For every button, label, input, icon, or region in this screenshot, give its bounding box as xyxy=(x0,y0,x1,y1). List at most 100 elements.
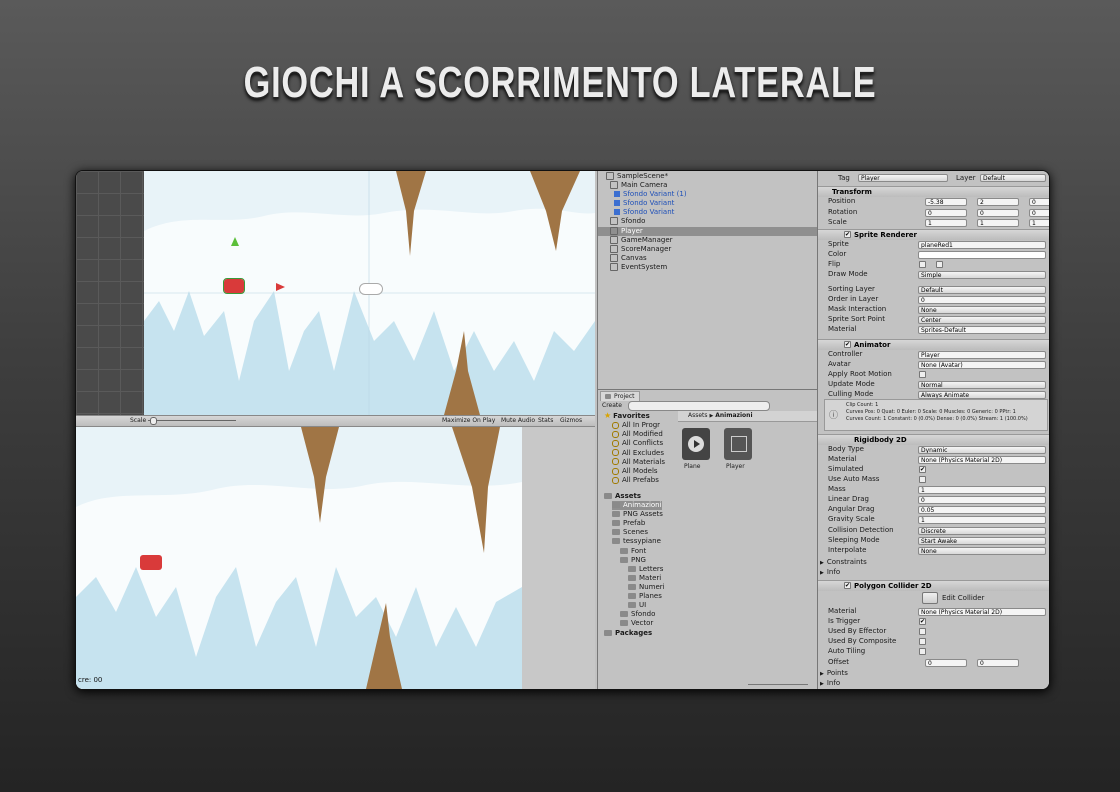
favorites-header[interactable]: ★ Favorites xyxy=(604,411,650,420)
assets-tree-item[interactable]: Prefab xyxy=(612,519,645,528)
avatar-field[interactable]: None (Avatar) xyxy=(918,361,1046,369)
polygon-collider-header[interactable]: ✔ Polygon Collider 2D xyxy=(818,580,1049,591)
interpolate-field[interactable]: None xyxy=(918,547,1046,555)
scene-header[interactable]: SampleScene* xyxy=(606,172,668,181)
packages-header[interactable]: Packages xyxy=(604,629,652,637)
simulated-checkbox[interactable]: ✔ xyxy=(919,466,926,473)
scale-slider[interactable] xyxy=(148,420,236,421)
gravity-scale-field[interactable]: 1 xyxy=(918,516,1046,524)
scale-y-field[interactable]: 1 xyxy=(977,219,1019,227)
hierarchy-item[interactable]: Player xyxy=(598,226,818,236)
assets-tree-item[interactable]: tessypiane xyxy=(612,537,661,546)
favorite-item[interactable]: All Conflicts xyxy=(612,439,663,448)
sleeping-mode-field[interactable]: Start Awake xyxy=(918,537,1046,545)
tag-dropdown[interactable]: Player xyxy=(858,174,948,182)
flip-y-checkbox[interactable] xyxy=(936,261,943,268)
sprite-renderer-header[interactable]: ✔ Sprite Renderer xyxy=(818,229,1049,240)
collider-enabled-checkbox[interactable]: ✔ xyxy=(844,582,851,589)
favorite-item[interactable]: All Materials xyxy=(612,458,665,467)
assets-tree-item[interactable]: Sfondo xyxy=(620,610,655,619)
hierarchy-item[interactable]: Sfondo xyxy=(598,217,818,226)
assets-tree-item[interactable]: Materi xyxy=(628,574,661,583)
hierarchy-item[interactable]: Canvas xyxy=(598,253,818,263)
assets-tree-item[interactable]: Planes xyxy=(628,592,662,601)
auto-tiling-checkbox[interactable] xyxy=(919,648,926,655)
project-search-input[interactable] xyxy=(628,401,770,411)
use-auto-mass-checkbox[interactable] xyxy=(919,476,926,483)
animator-enabled-checkbox[interactable]: ✔ xyxy=(844,341,851,348)
gizmos-dropdown[interactable]: Gizmos xyxy=(560,417,582,424)
assets-tree-item[interactable]: Numeri xyxy=(628,583,665,592)
controller-field[interactable]: Player xyxy=(918,351,1046,359)
rb-info-foldout[interactable]: ▶ Info xyxy=(820,568,840,577)
create-dropdown[interactable]: Create xyxy=(602,402,622,409)
constraints-foldout[interactable]: ▶ Constraints xyxy=(820,558,867,567)
assets-tree-item[interactable]: Letters xyxy=(628,565,663,574)
asset-player-tile[interactable] xyxy=(724,428,752,460)
body-type-field[interactable]: Dynamic xyxy=(918,446,1046,454)
position-z-field[interactable]: 0 xyxy=(1029,198,1049,206)
col-material-field[interactable]: None (Physics Material 2D) xyxy=(918,608,1046,616)
favorite-item[interactable]: All Excludes xyxy=(612,449,664,458)
is-trigger-checkbox[interactable]: ✔ xyxy=(919,618,926,625)
hierarchy-item[interactable]: GameManager xyxy=(598,235,818,245)
sprite-sort-point-field[interactable]: Center xyxy=(918,316,1046,324)
rigidbody-header[interactable]: Rigidbody 2D xyxy=(818,434,1049,445)
offset-x-field[interactable]: 0 xyxy=(925,659,967,667)
used-by-effector-checkbox[interactable] xyxy=(919,628,926,635)
used-by-composite-checkbox[interactable] xyxy=(919,638,926,645)
update-mode-field[interactable]: Normal xyxy=(918,381,1046,389)
culling-mode-field[interactable]: Always Animate xyxy=(918,391,1046,399)
scale-x-field[interactable]: 1 xyxy=(925,219,967,227)
hierarchy-item[interactable]: Sfondo Variant xyxy=(598,208,818,217)
flip-x-checkbox[interactable] xyxy=(919,261,926,268)
offset-y-field[interactable]: 0 xyxy=(977,659,1019,667)
mask-interaction-field[interactable]: None xyxy=(918,306,1046,314)
scale-slider-handle[interactable] xyxy=(150,417,157,425)
transform-header[interactable]: Transform xyxy=(818,186,1049,197)
scale-z-field[interactable]: 1 xyxy=(1029,219,1049,227)
scene-view[interactable] xyxy=(76,171,595,415)
favorite-item[interactable]: All Models xyxy=(612,467,658,476)
edit-collider-button[interactable] xyxy=(922,592,938,604)
favorite-item[interactable]: All Prefabs xyxy=(612,476,659,485)
order-in-layer-field[interactable]: 0 xyxy=(918,296,1046,304)
angular-drag-field[interactable]: 0.05 xyxy=(918,506,1046,514)
sorting-layer-field[interactable]: Default xyxy=(918,286,1046,294)
material-field[interactable]: Sprites-Default xyxy=(918,326,1046,334)
favorite-item[interactable]: All Modified xyxy=(612,430,663,439)
assets-tree-item[interactable]: Font xyxy=(620,547,646,556)
hierarchy-item[interactable]: EventSystem xyxy=(598,262,818,272)
position-x-field[interactable]: -5.38 xyxy=(925,198,967,206)
col-info-foldout[interactable]: ▶ Info xyxy=(820,679,840,688)
breadcrumb-current[interactable]: Animazioni xyxy=(715,412,752,419)
assets-tree-item[interactable]: UI xyxy=(628,601,646,610)
mass-field[interactable]: 1 xyxy=(918,486,1046,494)
assets-tree-item[interactable]: Vector xyxy=(620,619,653,628)
hierarchy-item[interactable]: ScoreManager xyxy=(598,244,818,254)
draw-mode-field[interactable]: Simple xyxy=(918,271,1046,279)
tab-project[interactable]: Project xyxy=(600,391,640,401)
assets-header[interactable]: Assets xyxy=(604,492,641,500)
mute-audio-toggle[interactable]: Mute Audio xyxy=(501,417,535,424)
favorite-item[interactable]: All In Progr xyxy=(612,421,660,430)
stats-toggle[interactable]: Stats xyxy=(538,417,553,424)
assets-tree-item[interactable]: Scenes xyxy=(612,528,648,537)
rb-material-field[interactable]: None (Physics Material 2D) xyxy=(918,456,1046,464)
rotation-y-field[interactable]: 0 xyxy=(977,208,1019,217)
linear-drag-field[interactable]: 0 xyxy=(918,496,1046,504)
animator-header[interactable]: ✔ Animator xyxy=(818,339,1049,350)
color-swatch[interactable] xyxy=(918,251,1046,259)
rotation-z-field[interactable]: 0 xyxy=(1029,208,1049,217)
sprite-field[interactable]: planeRed1 xyxy=(918,241,1046,249)
maximize-on-play-toggle[interactable]: Maximize On Play xyxy=(442,417,495,424)
rotation-x-field[interactable]: 0 xyxy=(925,208,967,217)
hierarchy-item[interactable]: Sfondo Variant (1) xyxy=(598,190,818,199)
game-view[interactable]: cre: 00 xyxy=(76,427,595,689)
apply-root-motion-checkbox[interactable] xyxy=(919,371,926,378)
player-plane-sprite[interactable] xyxy=(223,278,245,294)
asset-plane-tile[interactable] xyxy=(682,428,710,460)
breadcrumb-assets[interactable]: Assets xyxy=(688,412,708,419)
assets-tree-item[interactable]: PNG xyxy=(620,556,646,565)
collision-detection-field[interactable]: Discrete xyxy=(918,527,1046,535)
